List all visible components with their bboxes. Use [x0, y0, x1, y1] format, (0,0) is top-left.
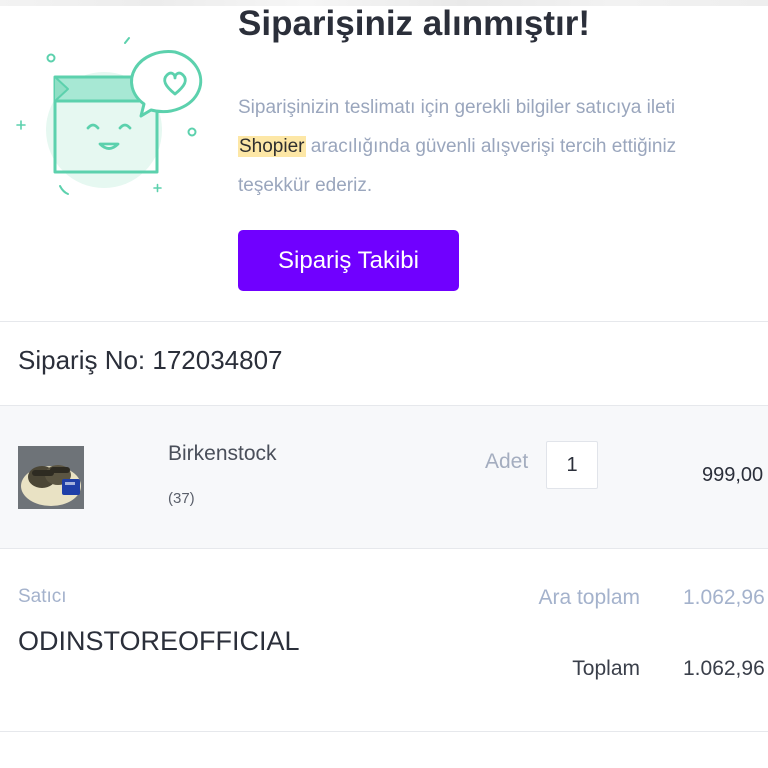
section-divider — [0, 548, 768, 549]
product-thumbnail[interactable] — [18, 446, 84, 509]
product-variant: (37) — [168, 490, 195, 507]
message-line-2-text: aracılığında güvenli alışverişi tercih e… — [305, 136, 677, 157]
page-title: Siparişiniz alınmıştır! — [238, 4, 591, 43]
quantity-label: Adet — [485, 450, 529, 473]
subtotal-label: Ara toplam — [538, 586, 640, 609]
order-item-row: Birkenstock (37) Adet 1 999,00 — [0, 406, 768, 548]
quantity-field: 1 — [546, 441, 598, 489]
happy-box-heart-icon — [16, 37, 203, 195]
order-confirmation-page: Siparişiniz alınmıştır! Siparişinizin te… — [0, 0, 768, 768]
message-line-1: Siparişinizin teslimatı için gerekli bil… — [238, 97, 676, 118]
product-name: Birkenstock — [168, 442, 277, 465]
seller-label: Satıcı — [18, 586, 67, 607]
seller-name: ODINSTOREOFFICIAL — [18, 626, 300, 656]
message-line-2: Shopier aracılığında güvenli alışverişi … — [238, 127, 768, 166]
total-label: Toplam — [572, 657, 640, 680]
section-divider — [0, 321, 768, 322]
confirmation-message: Siparişinizin teslimatı için gerekli bil… — [238, 88, 768, 205]
section-divider — [0, 731, 768, 732]
total-value: 1.062,96 — [683, 657, 765, 680]
subtotal-value: 1.062,96 — [683, 586, 765, 609]
product-price: 999,00 — [702, 464, 764, 486]
message-line-3: teşekkür ederiz. — [238, 175, 373, 196]
order-number: Sipariş No: 172034807 — [18, 345, 283, 375]
brand-highlight: Shopier — [238, 136, 306, 157]
order-tracking-button[interactable]: Sipariş Takibi — [238, 230, 459, 291]
product-photo — [18, 446, 84, 509]
